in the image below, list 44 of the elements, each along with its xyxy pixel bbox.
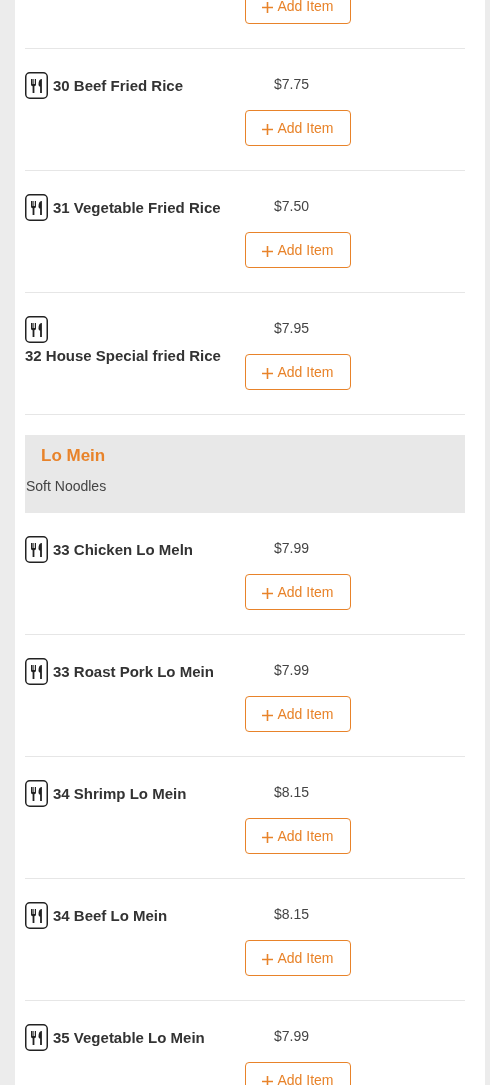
plus-icon: [262, 1076, 274, 1085]
plus-icon: [262, 832, 274, 843]
dish-price: $7.99: [274, 539, 310, 558]
plus-icon: [262, 368, 274, 379]
add-item-button[interactable]: Add Item: [245, 354, 351, 390]
add-item-button[interactable]: Add Item: [245, 696, 351, 732]
add-item-button[interactable]: Add Item: [245, 818, 351, 854]
dish-name: 33 Chicken Lo Meln: [53, 539, 194, 560]
dish-price: $7.50: [274, 197, 310, 216]
plus-icon: [262, 710, 274, 721]
dish-price: $7.75: [274, 75, 310, 94]
plus-icon: [262, 246, 274, 257]
add-item-button[interactable]: Add Item: [245, 232, 351, 268]
dish-price: $7.95: [274, 319, 310, 338]
dish-name: 34 Beef Lo Mein: [53, 905, 168, 926]
dish-price: $8.15: [274, 783, 310, 802]
fork-knife-icon: [25, 1024, 48, 1051]
category-description: Soft Noodles: [26, 477, 108, 495]
dish-name: 34 Shrimp Lo Mein: [53, 783, 187, 804]
dish-price: $7.99: [274, 1027, 310, 1046]
dish-name: 33 Roast Pork Lo Mein: [53, 661, 214, 682]
plus-icon: [262, 588, 274, 599]
add-item-button[interactable]: Add Item: [245, 1062, 351, 1085]
fork-knife-icon: [25, 72, 48, 99]
fork-knife-icon: [25, 316, 48, 343]
add-item-button[interactable]: Add Item: [245, 0, 351, 24]
fork-knife-icon: [25, 780, 48, 807]
category-title: Lo Mein: [41, 445, 107, 467]
fork-knife-icon: [25, 902, 48, 929]
add-item-button[interactable]: Add Item: [245, 110, 351, 146]
plus-icon: [262, 2, 274, 13]
dish-name: 30 Beef Fried Rice: [53, 75, 184, 96]
fork-knife-icon: [25, 194, 48, 221]
plus-icon: [262, 954, 274, 965]
add-item-button[interactable]: Add Item: [245, 940, 351, 976]
fork-knife-icon: [25, 658, 48, 685]
plus-icon: [262, 124, 274, 135]
fork-knife-icon: [25, 536, 48, 563]
dish-name: 32 House Special fried Rice: [25, 345, 221, 366]
dish-price: $7.99: [274, 661, 310, 680]
dish-name: 31 Vegetable Fried Rice: [53, 197, 221, 218]
add-item-button[interactable]: Add Item: [245, 574, 351, 610]
dish-name: 35 Vegetable Lo Mein: [53, 1027, 205, 1048]
dish-price: $8.15: [274, 905, 310, 924]
